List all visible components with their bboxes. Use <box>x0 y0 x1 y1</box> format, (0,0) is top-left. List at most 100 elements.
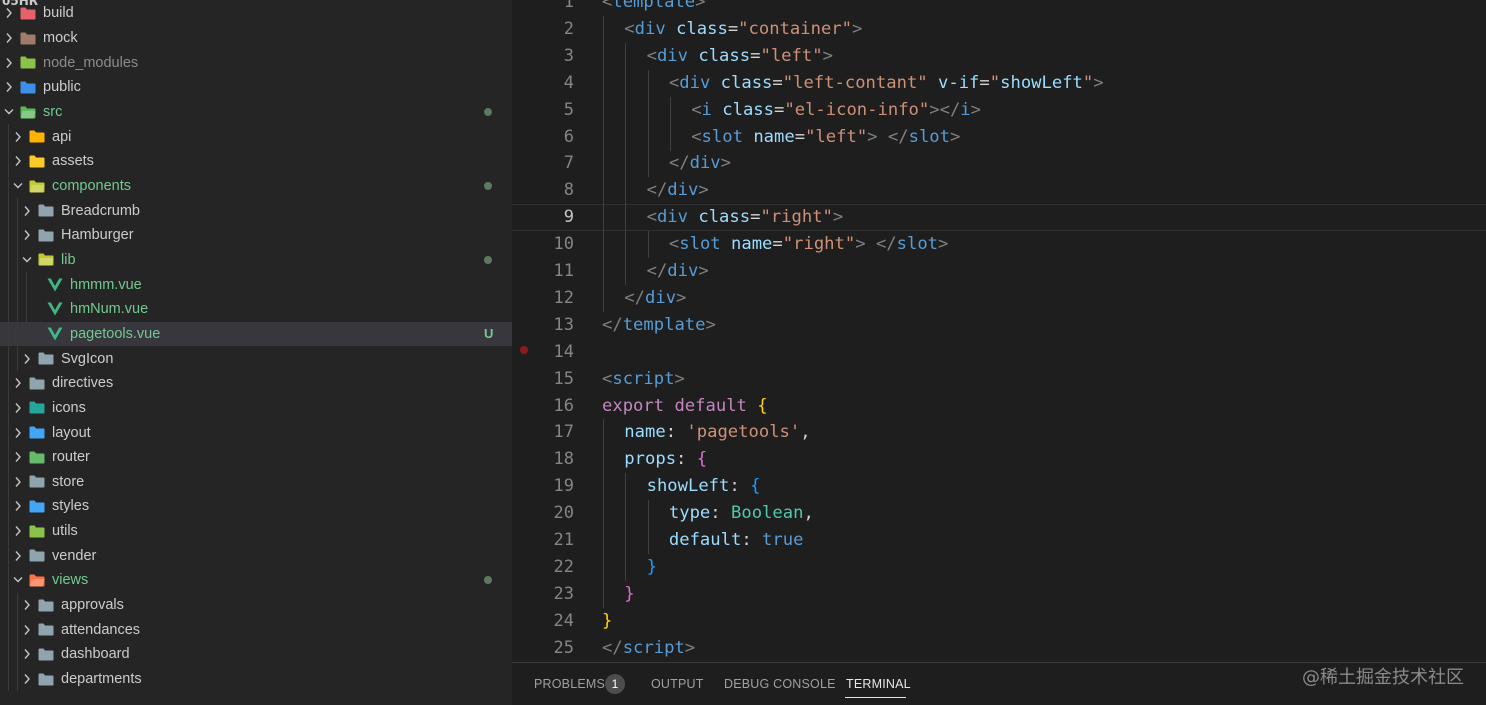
line-number: 2 <box>563 18 574 39</box>
chevron-right-icon[interactable] <box>13 549 23 563</box>
code-line[interactable]: 6 <slot name="left"> </slot> <box>512 123 1486 151</box>
folder-item[interactable]: mock <box>0 26 512 51</box>
code-token: > <box>855 234 866 255</box>
chevron-right-icon[interactable] <box>22 672 32 686</box>
chevron-right-icon[interactable] <box>13 376 23 390</box>
folder-item[interactable]: departments <box>0 667 512 692</box>
folder-item[interactable]: node_modules <box>0 50 512 75</box>
code-line[interactable]: 14 <box>512 339 1486 366</box>
folder-item[interactable]: api <box>0 124 512 149</box>
code-token: , <box>800 422 811 443</box>
code-line[interactable]: 4 <div class="left-contant" v-if="showLef… <box>512 69 1486 97</box>
code-token: > <box>705 314 716 335</box>
chevron-right-icon[interactable] <box>4 80 14 94</box>
code-line[interactable]: 17 name: 'pagetools', <box>512 419 1486 447</box>
tab-output[interactable]: OUTPUT <box>651 677 704 691</box>
folder-item[interactable]: layout <box>0 420 512 445</box>
chevron-right-icon[interactable] <box>13 450 23 464</box>
chevron-down-icon[interactable] <box>22 253 32 267</box>
folder-item[interactable]: icons <box>0 396 512 421</box>
file-item[interactable]: pagetools.vue U <box>0 321 512 347</box>
chevron-right-icon[interactable] <box>4 56 14 70</box>
file-item[interactable]: hmNum.vue <box>0 297 512 322</box>
code-line[interactable]: 5 <i class="el-icon-info"></i> <box>512 96 1486 124</box>
chevron-right-icon[interactable] <box>13 426 23 440</box>
code-editor[interactable]: 1 <template> 2 <div class="container"> 3 <div… <box>512 0 1486 662</box>
chevron-down-icon[interactable] <box>13 179 23 193</box>
folder-item[interactable]: Hamburger <box>0 223 512 248</box>
code-line[interactable]: 10 <slot name="right"> </slot> <box>512 231 1486 259</box>
tab-problems[interactable]: PROBLEMS <box>534 677 605 691</box>
code-line[interactable]: 11 </div> <box>512 258 1486 285</box>
tab-terminal[interactable]: TERMINAL <box>846 677 911 691</box>
tree-item-label: Breadcrumb <box>61 202 140 219</box>
folder-item[interactable]: src <box>0 100 512 125</box>
chevron-right-icon[interactable] <box>13 401 23 415</box>
line-number: 18 <box>553 449 574 470</box>
tab-debug-console[interactable]: DEBUG CONSOLE <box>724 677 836 691</box>
code-token: , <box>803 503 814 524</box>
chevron-right-icon[interactable] <box>22 598 32 612</box>
folder-item[interactable]: build <box>0 1 512 26</box>
folder-item[interactable]: styles <box>0 494 512 519</box>
code-line[interactable]: 21 default: true <box>512 527 1486 554</box>
code-line[interactable]: 25 </script> <box>512 635 1486 662</box>
chevron-right-icon[interactable] <box>4 6 14 20</box>
code-line[interactable]: 13 </template> <box>512 312 1486 339</box>
folder-item[interactable]: dashboard <box>0 642 512 667</box>
code-line[interactable]: 1 <template> <box>512 0 1486 16</box>
code-token: > <box>684 637 696 658</box>
code-line[interactable]: 23} <box>512 580 1486 608</box>
folder-item[interactable]: vender <box>0 543 512 568</box>
folder-item[interactable]: views <box>0 568 512 593</box>
folder-item[interactable]: approvals <box>0 593 512 618</box>
file-item[interactable]: hmmm.vue <box>0 272 512 297</box>
chevron-right-icon[interactable] <box>22 623 32 637</box>
chevron-right-icon[interactable] <box>22 352 32 366</box>
chevron-right-icon[interactable] <box>13 154 23 168</box>
code-token: div <box>689 153 721 174</box>
chevron-right-icon[interactable] <box>22 647 32 661</box>
code-text: props: { <box>624 446 707 473</box>
folder-item[interactable]: utils <box>0 519 512 544</box>
code-token: i <box>701 99 712 120</box>
chevron-right-icon[interactable] <box>22 228 32 242</box>
chevron-right-icon[interactable] <box>13 130 23 144</box>
folder-item[interactable]: store <box>0 470 512 495</box>
code-line[interactable]: 12 </div> <box>512 284 1486 312</box>
code-line[interactable]: 15 <script> <box>512 366 1486 393</box>
indent-guide <box>625 258 627 285</box>
folder-item[interactable]: assets <box>0 149 512 174</box>
folder-item[interactable]: SvgIcon <box>0 346 512 371</box>
chevron-down-icon[interactable] <box>4 105 14 119</box>
chevron-right-icon[interactable] <box>4 31 14 45</box>
folder-item[interactable]: components <box>0 174 512 199</box>
code-token: div <box>634 18 666 39</box>
code-line[interactable]: 22} <box>512 553 1486 581</box>
code-line[interactable]: 19 showLeft: { <box>512 473 1486 501</box>
folder-item[interactable]: attendances <box>0 617 512 642</box>
code-line[interactable]: 7 </div> <box>512 150 1486 178</box>
code-token: "el-icon-info" <box>784 99 930 120</box>
folder-item[interactable]: directives <box>0 371 512 396</box>
code-line[interactable]: 18 props: { <box>512 446 1486 474</box>
code-line[interactable]: 20 type: Boolean, <box>512 500 1486 528</box>
chevron-right-icon[interactable] <box>13 499 23 513</box>
tree-item-label: components <box>52 178 131 195</box>
code-line[interactable]: 2 <div class="container"> <box>512 15 1486 43</box>
code-line[interactable]: 3 <div class="left"> <box>512 42 1486 70</box>
folder-item[interactable]: public <box>0 75 512 100</box>
chevron-right-icon[interactable] <box>13 475 23 489</box>
code-token: = <box>750 207 761 228</box>
chevron-right-icon[interactable] <box>13 524 23 538</box>
folder-item[interactable]: Breadcrumb <box>0 198 512 223</box>
code-token: </ <box>602 637 623 658</box>
code-line[interactable]: 16 export default { <box>512 393 1486 420</box>
chevron-right-icon[interactable] <box>22 204 32 218</box>
code-line[interactable]: 24} <box>512 608 1486 635</box>
folder-item[interactable]: router <box>0 445 512 470</box>
folder-item[interactable]: lib <box>0 248 512 273</box>
chevron-down-icon[interactable] <box>13 573 23 587</box>
code-line[interactable]: 9 <div class="right"> <box>512 204 1486 232</box>
code-line[interactable]: 8 </div> <box>512 177 1486 205</box>
